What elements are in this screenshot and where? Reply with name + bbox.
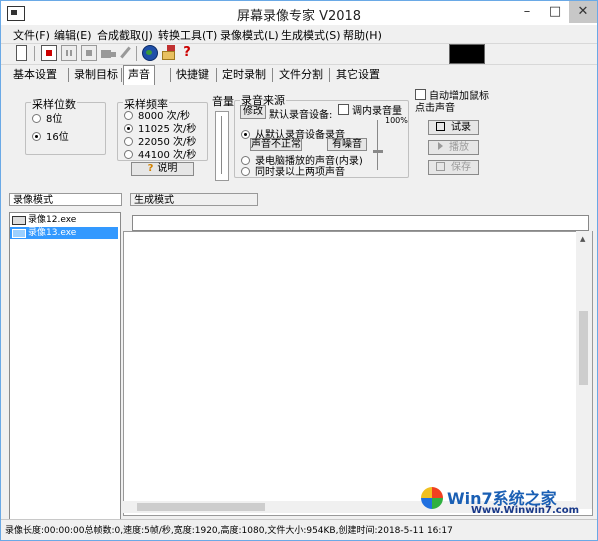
tab-separator xyxy=(272,68,273,82)
camera-icon[interactable] xyxy=(101,45,117,61)
checkbox-box xyxy=(415,89,426,100)
maximize-button[interactable]: □ xyxy=(541,1,569,23)
toolbar: ? xyxy=(1,43,597,65)
radio-8bit[interactable]: 8位 xyxy=(32,110,62,125)
close-button[interactable]: ✕ xyxy=(569,1,597,23)
status-text: 录像长度:00:00:00总帧数:0,速度:5帧/秒,宽度:1920,高度:10… xyxy=(5,526,453,536)
horizontal-scroll-thumb[interactable] xyxy=(137,503,265,511)
watermark-url: Www.Winwin7.com xyxy=(471,505,580,516)
windows-logo-icon xyxy=(421,487,443,509)
help-icon[interactable]: ? xyxy=(179,45,195,61)
modify-device-button[interactable]: 修改 xyxy=(240,105,266,119)
menu-compose[interactable]: 合成截取(J) xyxy=(97,27,153,43)
tab-hotkeys[interactable]: 快捷键 xyxy=(172,66,213,83)
tab-sound[interactable]: 声音 xyxy=(123,65,155,85)
disk-icon xyxy=(436,162,445,171)
color-preview-box xyxy=(449,44,485,64)
default-device-label: 默认录音设备: xyxy=(269,110,333,121)
video-file-icon xyxy=(12,216,26,225)
vertical-scroll-thumb[interactable] xyxy=(579,311,588,385)
radio-dot xyxy=(32,114,41,123)
menu-generate-mode[interactable]: 生成模式(S) xyxy=(281,27,341,43)
auto-click-sound-checkbox[interactable]: 自动增加鼠标点击声音 xyxy=(415,89,491,115)
checkbox-box xyxy=(338,104,349,115)
toolbar-separator xyxy=(34,46,35,61)
radio-source-both[interactable]: 同时录以上两项声音 xyxy=(241,163,345,178)
tab-separator xyxy=(216,68,217,82)
export-icon[interactable] xyxy=(161,45,177,61)
video-file-icon xyxy=(12,229,26,238)
radio-dot xyxy=(124,137,133,146)
volume-slider[interactable] xyxy=(215,111,229,181)
sample-bits-group: 采样位数 8位 16位 xyxy=(25,96,106,155)
menu-bar: 文件(F) 编辑(E) 合成截取(J) 转换工具(T) 录像模式(L) 生成模式… xyxy=(1,25,597,43)
vertical-scrollbar[interactable]: ▲ xyxy=(576,231,592,509)
radio-dot xyxy=(241,167,250,176)
radio-dot xyxy=(124,111,133,120)
menu-tools[interactable]: 转换工具(T) xyxy=(158,27,217,43)
test-record-button[interactable]: 试录 xyxy=(428,120,479,135)
sample-rate-group: 采样频率 8000 次/秒 11025 次/秒 22050 次/秒 44100 … xyxy=(117,96,208,161)
tab-basic[interactable]: 基本设置 xyxy=(9,66,61,83)
menu-file[interactable]: 文件(F) xyxy=(13,27,50,43)
toolbar-separator xyxy=(136,46,137,61)
play-icon xyxy=(438,142,443,150)
window-title: 屏幕录像专家 V2018 xyxy=(236,9,362,24)
percent-label: 100% xyxy=(385,116,408,125)
volume-label: 音量 xyxy=(212,95,234,108)
tab-scheduled-record[interactable]: 定时录制 xyxy=(218,66,270,83)
menu-edit[interactable]: 编辑(E) xyxy=(54,27,92,43)
tab-other-settings[interactable]: 其它设置 xyxy=(332,66,384,83)
radio-dot xyxy=(32,132,41,141)
noise-button[interactable]: 有噪音 xyxy=(327,138,367,151)
pen-icon[interactable] xyxy=(118,45,134,61)
app-window: 屏幕录像专家 V2018 – □ ✕ 文件(F) 编辑(E) 合成截取(J) 转… xyxy=(0,0,598,541)
sound-abnormal-button[interactable]: 声音不正常 xyxy=(250,138,302,151)
tab-separator xyxy=(170,68,171,82)
help-button[interactable]: ? 说明 xyxy=(131,162,194,176)
record-icon[interactable] xyxy=(41,45,57,61)
save-button[interactable]: 保存 xyxy=(428,160,479,175)
minimize-button[interactable]: – xyxy=(513,1,541,23)
title-bar: 屏幕录像专家 V2018 – □ ✕ xyxy=(1,1,597,25)
internal-volume-slider[interactable] xyxy=(372,120,384,170)
pause-icon[interactable] xyxy=(61,45,77,61)
radio-dot xyxy=(124,150,133,159)
menu-record-mode[interactable]: 录像模式(L) xyxy=(220,27,279,43)
timeline-ruler[interactable] xyxy=(132,215,589,231)
scroll-up-icon[interactable]: ▲ xyxy=(580,235,585,243)
menu-help[interactable]: 帮助(H) xyxy=(343,27,382,43)
file-list-item[interactable]: 录像12.exe xyxy=(10,214,118,226)
tab-record-target[interactable]: 录制目标 xyxy=(70,66,122,83)
tab-generate-mode[interactable]: 生成模式 xyxy=(130,193,258,206)
watermark: Win7系统之家 Www.Winwin7.com xyxy=(421,481,597,540)
tab-file-split[interactable]: 文件分割 xyxy=(275,66,327,83)
globe-icon[interactable] xyxy=(142,45,158,61)
new-file-icon[interactable] xyxy=(16,45,27,61)
tab-separator xyxy=(329,68,330,82)
tab-record-mode[interactable]: 录像模式 xyxy=(9,193,122,206)
radio-16bit[interactable]: 16位 xyxy=(32,128,69,143)
recording-file-list: 录像12.exe 录像13.exe xyxy=(9,212,121,524)
tab-separator xyxy=(68,68,69,82)
question-icon: ? xyxy=(147,163,154,174)
tab-separator xyxy=(121,68,122,82)
adjust-internal-volume-checkbox[interactable]: 调内录音量 xyxy=(338,102,402,117)
radio-dot xyxy=(241,130,250,139)
radio-rate-44100[interactable]: 44100 次/秒 xyxy=(124,146,196,161)
play-button[interactable]: 播放 xyxy=(428,140,479,155)
preview-area[interactable] xyxy=(123,231,593,516)
radio-dot xyxy=(124,124,133,133)
file-list-item[interactable]: 录像13.exe xyxy=(10,227,118,239)
record-square-icon xyxy=(436,122,445,131)
stop-icon[interactable] xyxy=(81,45,97,61)
record-source-group: 录音来源 修改 默认录音设备: 调内录音量 100% 从默认录音设备录音 声音不… xyxy=(234,92,409,178)
